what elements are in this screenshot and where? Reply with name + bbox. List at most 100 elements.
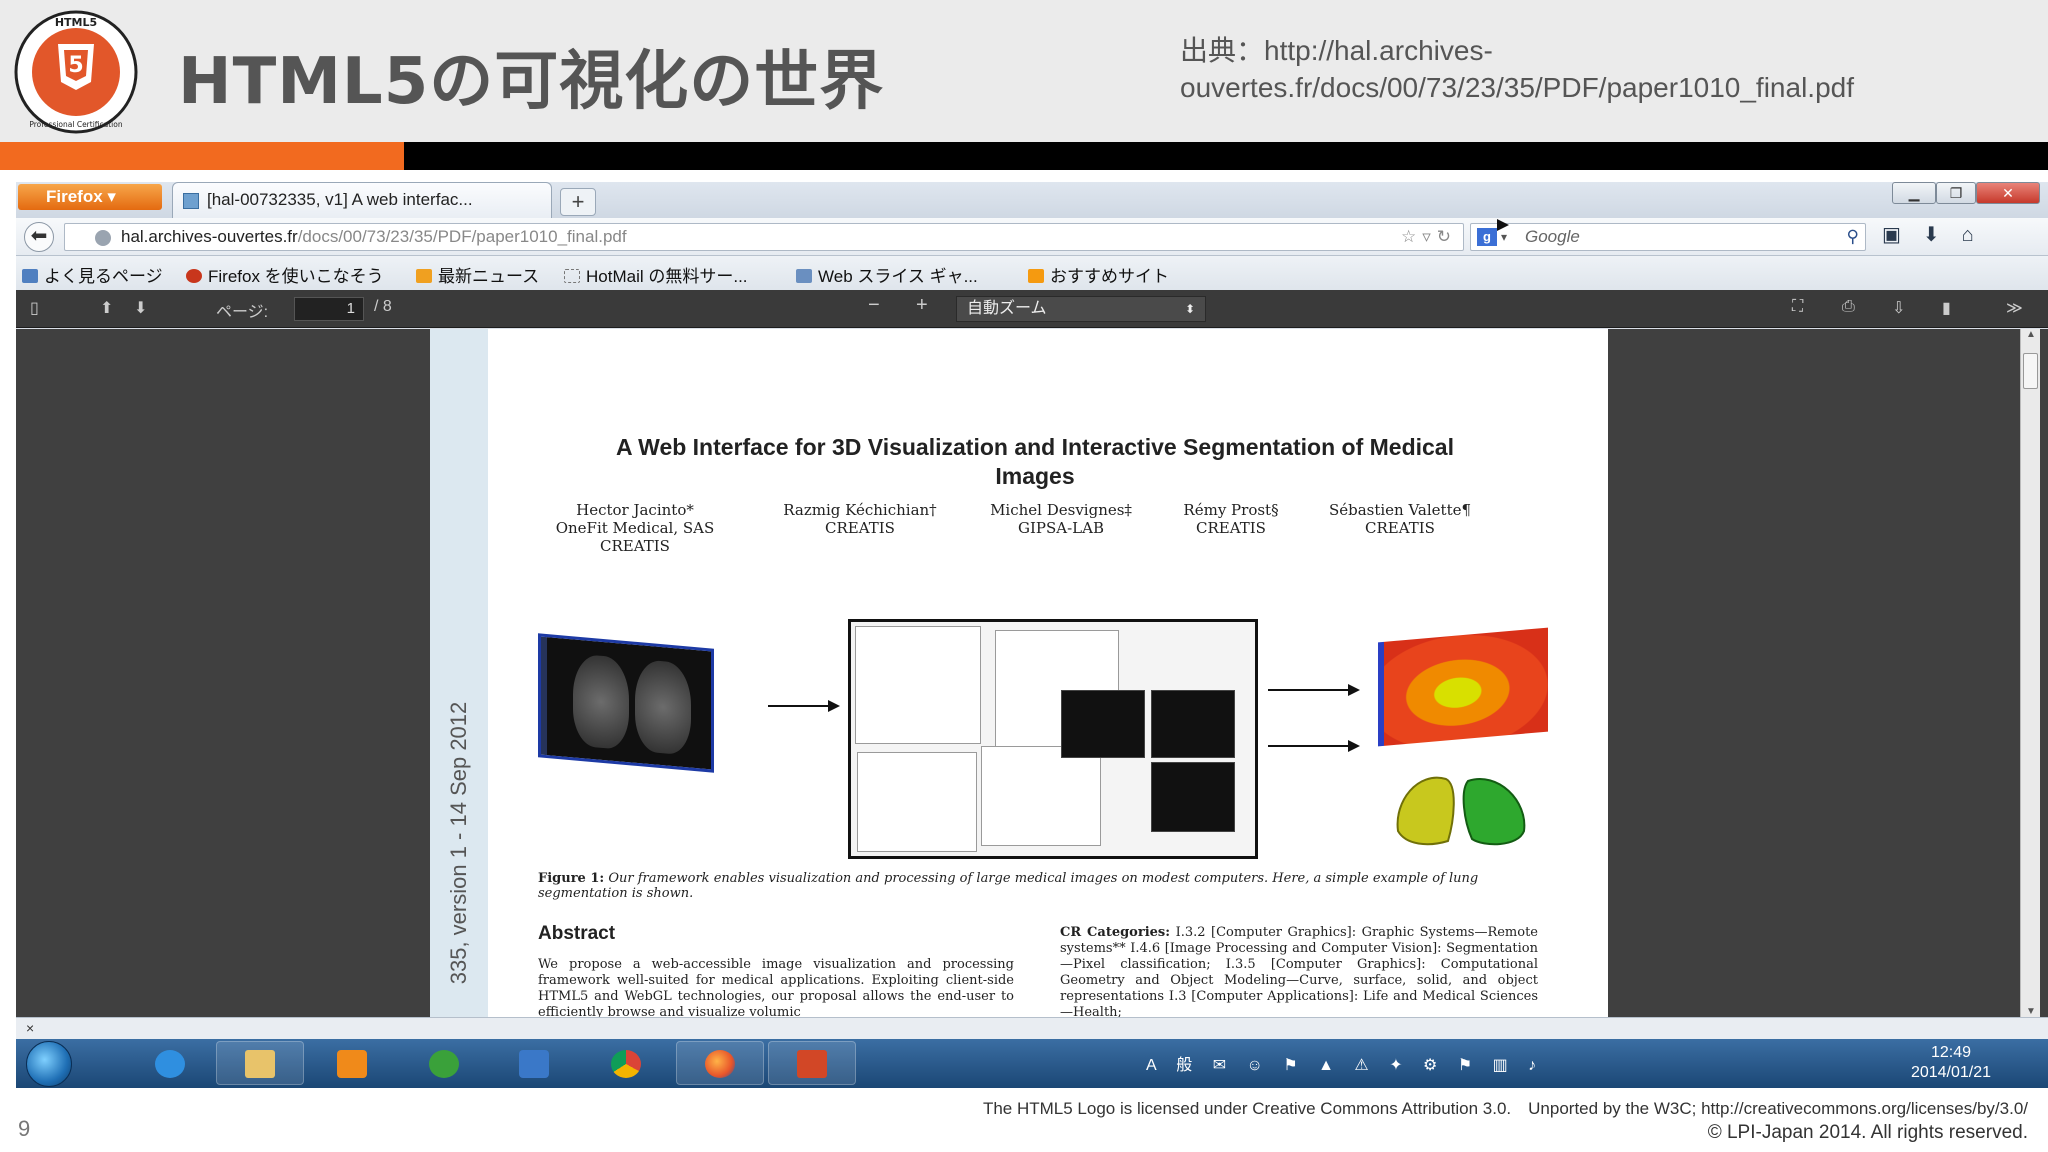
recommended-sites-icon bbox=[1028, 269, 1044, 283]
license-credit: The HTML5 Logo is licensed under Creativ… bbox=[982, 1099, 2028, 1118]
segmentation-color-map-image bbox=[1378, 627, 1548, 747]
find-bar-close-icon[interactable]: × bbox=[26, 1020, 34, 1036]
bookmark-label: 最新ニュース bbox=[438, 267, 540, 286]
page-number-input[interactable]: 1 bbox=[294, 297, 364, 321]
author-affiliation: GIPSA-LAB bbox=[1018, 519, 1104, 537]
rss-feed-icon bbox=[416, 269, 432, 283]
home-icon[interactable]: ⌂ bbox=[1962, 224, 1996, 246]
close-icon[interactable]: ✕ bbox=[1976, 182, 2040, 204]
accent-bar-orange bbox=[0, 142, 404, 170]
abstract-text: We propose a web-accessible image visual… bbox=[538, 957, 1014, 1017]
clock-date: 2014/01/21 bbox=[1910, 1064, 1992, 1081]
slide-page-number: 9 bbox=[18, 1116, 31, 1141]
author-name: Sébastien Valette¶ bbox=[1328, 501, 1472, 519]
browser-screenshot: Firefox ▾ [hal-00732335, v1] A web inter… bbox=[16, 182, 2048, 1088]
bookmark-item[interactable]: 最新ニュース bbox=[416, 262, 539, 287]
author-block: Razmig Kéchichian† CREATIS bbox=[760, 501, 960, 537]
interface-screenshot-image bbox=[848, 619, 1258, 859]
archive-margin-strip: 335, version 1 - 14 Sep 2012 bbox=[430, 329, 488, 1017]
maximize-icon[interactable]: ❐ bbox=[1936, 182, 1976, 204]
author-block: Michel Desvignes‡ GIPSA-LAB bbox=[966, 501, 1156, 537]
firefox-icon bbox=[705, 1050, 735, 1078]
bookmark-item[interactable]: おすすめサイト bbox=[1028, 262, 1169, 287]
minimize-icon[interactable]: ▁ bbox=[1892, 182, 1936, 204]
taskbar-internet-explorer[interactable] bbox=[126, 1041, 214, 1085]
tools-menu-icon[interactable]: ≫ bbox=[2006, 298, 2023, 318]
bookmark-label: Web スライス ギャ... bbox=[818, 267, 978, 286]
tab-current[interactable]: [hal-00732335, v1] A web interfac... bbox=[172, 182, 552, 218]
scroll-down-icon[interactable]: ▼ bbox=[2021, 1006, 2041, 1017]
taskbar-firefox[interactable] bbox=[676, 1041, 764, 1085]
zoom-in-button[interactable]: + bbox=[916, 294, 928, 317]
vertical-scrollbar[interactable]: ▲ ▼ bbox=[2020, 329, 2040, 1017]
reload-icon[interactable]: ↻ bbox=[1437, 227, 1457, 246]
slide: 5 HTML5 Professional Certification HTML5… bbox=[0, 0, 2048, 1152]
globe-icon bbox=[429, 1050, 459, 1078]
scrollbar-thumb[interactable] bbox=[2023, 353, 2038, 389]
slide-title: HTML5の可視化の世界 bbox=[178, 45, 885, 119]
sidebar-toggle-icon[interactable]: ▯ bbox=[30, 298, 39, 318]
taskbar-file-explorer[interactable] bbox=[216, 1041, 304, 1085]
pdf-viewport[interactable]: 335, version 1 - 14 Sep 2012 A Web Inter… bbox=[16, 329, 2048, 1017]
author-affiliation: CREATIS bbox=[600, 537, 670, 555]
ime-indicator[interactable]: A 般 bbox=[1146, 1057, 1200, 1074]
bookmark-label: HotMail の無料サー... bbox=[586, 267, 748, 286]
download-icon[interactable]: ⇩ bbox=[1892, 298, 1905, 318]
site-identity-icon[interactable] bbox=[95, 230, 111, 246]
downloads-icon[interactable]: ⬇ bbox=[1923, 224, 1962, 246]
bookmark-item[interactable]: HotMail の無料サー... bbox=[564, 262, 748, 287]
url-path: /docs/00/73/23/35/PDF/paper1010_final.pd… bbox=[297, 227, 627, 246]
google-engine-icon[interactable]: g bbox=[1477, 228, 1497, 246]
bookmark-star-icon[interactable]: ☆ bbox=[1401, 227, 1422, 246]
bookmark-item[interactable]: Firefox を使いこなそう bbox=[186, 262, 384, 287]
firefox-menu-button[interactable]: Firefox ▾ bbox=[18, 184, 162, 210]
arrow-icon bbox=[1268, 684, 1360, 696]
lung-shape bbox=[635, 658, 691, 756]
paper-title: A Web Interface for 3D Visualization and… bbox=[540, 433, 1530, 491]
arrow-icon bbox=[768, 700, 840, 712]
bookmark-item[interactable]: Web スライス ギャ... bbox=[796, 262, 978, 287]
fullscreen-icon[interactable]: ⛶ bbox=[1792, 298, 1803, 316]
taskbar-media-player[interactable] bbox=[308, 1041, 396, 1085]
previous-page-icon[interactable]: ⬆ bbox=[100, 298, 113, 318]
url-bar[interactable]: hal.archives-ouvertes.fr/docs/00/73/23/3… bbox=[64, 223, 1464, 251]
zoom-out-button[interactable]: − bbox=[868, 294, 880, 317]
chrome-icon bbox=[611, 1050, 641, 1078]
bookmark-icon[interactable]: ▮ bbox=[1942, 298, 1951, 318]
author-block: Hector Jacinto* OneFit Medical, SAS CREA… bbox=[530, 501, 740, 555]
author-block: Sébastien Valette¶ CREATIS bbox=[1310, 501, 1490, 537]
print-icon[interactable]: ⎙ bbox=[1842, 298, 1855, 316]
search-placeholder: Google bbox=[1525, 227, 1580, 246]
bookmark-item[interactable]: よく見るページ bbox=[22, 262, 163, 287]
navigation-bar: ⬅ hal.archives-ouvertes.fr/docs/00/73/23… bbox=[16, 218, 2048, 256]
back-arrow-icon[interactable]: ⬅ bbox=[24, 222, 54, 252]
svg-text:HTML5: HTML5 bbox=[55, 16, 97, 29]
taskbar-network-app[interactable] bbox=[400, 1041, 488, 1085]
bookmarks-menu-icon[interactable]: ▣ bbox=[1882, 224, 1923, 246]
taskbar-powerpoint[interactable] bbox=[768, 1041, 856, 1085]
paper-title-line: A Web Interface for 3D Visualization and… bbox=[616, 434, 1454, 460]
page-total: / 8 bbox=[374, 298, 392, 315]
search-bar[interactable]: g ▾ Google ⚲ bbox=[1470, 219, 1866, 251]
zoom-select[interactable]: 自動ズーム ⬍ bbox=[956, 296, 1206, 322]
next-page-icon[interactable]: ⬇ bbox=[134, 298, 147, 318]
bookmark-label: Firefox を使いこなそう bbox=[208, 267, 384, 286]
taskbar-remote-desktop[interactable] bbox=[490, 1041, 578, 1085]
folder-icon bbox=[245, 1050, 275, 1078]
search-icon[interactable]: ⚲ bbox=[1847, 224, 1859, 250]
web-slice-icon bbox=[796, 269, 812, 283]
author-affiliation: CREATIS bbox=[1196, 519, 1266, 537]
taskbar-clock[interactable]: 12:49 2014/01/21 bbox=[1896, 1043, 2006, 1083]
ct-view bbox=[1151, 762, 1235, 832]
new-tab-button[interactable]: + bbox=[560, 188, 596, 216]
taskbar-chrome[interactable] bbox=[582, 1041, 670, 1085]
scroll-up-icon[interactable]: ▲ bbox=[2021, 329, 2041, 340]
author-block: Rémy Prost§ CREATIS bbox=[1156, 501, 1306, 537]
author-affiliation: CREATIS bbox=[825, 519, 895, 537]
page-icon bbox=[564, 269, 580, 283]
history-dropdown-icon[interactable]: ▿ bbox=[1422, 227, 1437, 246]
search-engine-dropdown-icon[interactable]: ▾ bbox=[1497, 219, 1510, 244]
start-button-icon[interactable] bbox=[26, 1041, 72, 1087]
pdf-toolbar: ▯ ⬆ ⬇ ページ: 1 / 8 − + 自動ズーム ⬍ ⛶ ⎙ ⇩ ▮ ≫ bbox=[16, 290, 2048, 328]
chevron-down-icon: ⬍ bbox=[1184, 302, 1195, 316]
